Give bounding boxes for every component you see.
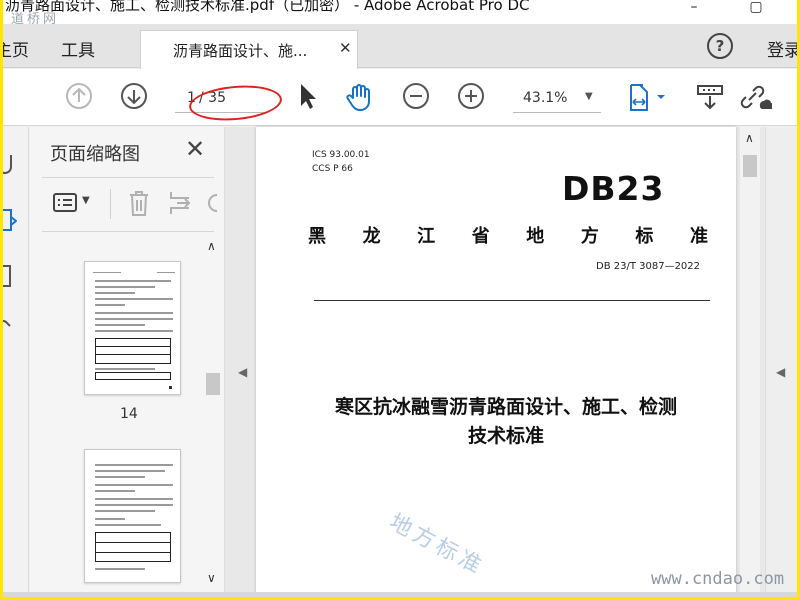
- prev-page-icon[interactable]: [65, 82, 93, 110]
- tab-document[interactable]: 沥青路面设计、施... ✕: [140, 30, 358, 69]
- ccs-code: CCS P 66: [312, 164, 353, 174]
- standard-number: DB 23/T 3087—2022: [596, 261, 701, 272]
- org-char: 标: [635, 226, 654, 247]
- rotate-page-icon[interactable]: [205, 191, 221, 217]
- sign-in-button[interactable]: 登录: [767, 36, 797, 61]
- left-navigation-rail: [3, 127, 29, 597]
- scroll-mode-icon[interactable]: [695, 82, 725, 112]
- org-char: 龙: [362, 226, 381, 247]
- document-scrollbar[interactable]: ∧: [740, 127, 760, 597]
- org-char: 准: [689, 226, 708, 247]
- scrollbar-thumb[interactable]: [743, 155, 757, 177]
- window-title: 沥青路面设计、施工、检测技术标准.pdf（已加密） - Adobe Acroba…: [5, 0, 530, 14]
- panel-tools: ▼: [30, 185, 225, 225]
- zoom-level-dropdown[interactable]: 43.1% ▼: [513, 85, 601, 113]
- db-standard-logo: DB23: [562, 169, 665, 208]
- bottom-edge: [3, 592, 797, 597]
- panel-divider: [42, 177, 214, 178]
- header-rule: [314, 300, 710, 301]
- scrollbar-thumb[interactable]: [206, 373, 220, 395]
- next-page-icon[interactable]: [120, 82, 148, 110]
- select-arrow-icon[interactable]: [297, 82, 319, 110]
- zoom-caret-icon: ▼: [585, 91, 593, 102]
- close-panel-icon[interactable]: ✕: [185, 135, 205, 163]
- scroll-up-icon[interactable]: ∧: [745, 131, 754, 145]
- zoom-level-value: 43.1%: [523, 90, 568, 106]
- right-panel-rail: ◀: [765, 127, 797, 597]
- page-thumbnail[interactable]: [84, 449, 181, 583]
- panel-title: 页面缩略图: [50, 144, 140, 165]
- help-icon[interactable]: ?: [707, 33, 733, 59]
- thumbnail-page-number: 14: [120, 406, 138, 422]
- zoom-in-icon[interactable]: [457, 82, 485, 110]
- watermark-stamp: 地方标准: [385, 509, 489, 581]
- org-char: 江: [417, 226, 436, 247]
- zoom-out-icon[interactable]: [402, 82, 430, 110]
- document-viewport: ◀ ICS 93.00.01 CCS P 66 DB23 黑 龙 江 省 地 方…: [225, 127, 797, 597]
- site-watermark: www.cndao.com: [651, 569, 785, 589]
- delete-page-icon[interactable]: [126, 188, 152, 218]
- page-thumbnails-icon[interactable]: [3, 207, 17, 235]
- acrobat-window: 沥青路面设计、施工、检测技术标准.pdf（已加密） - Adobe Acroba…: [3, 0, 797, 597]
- page-layout-icon[interactable]: [625, 82, 673, 114]
- panel-divider: [42, 231, 214, 232]
- ics-code: ICS 93.00.01: [312, 150, 370, 160]
- close-tab-icon[interactable]: ✕: [339, 39, 352, 57]
- title-line: 寒区抗冰融雪沥青路面设计、施工、检测: [334, 396, 677, 418]
- options-caret-icon[interactable]: ▼: [82, 195, 90, 206]
- tab-tools[interactable]: 工具: [61, 36, 95, 61]
- document-title: 寒区抗冰融雪沥青路面设计、施工、检测 技术标准: [306, 393, 706, 451]
- tab-bar: 主页 工具 沥青路面设计、施... ✕ ? 登录: [3, 24, 797, 69]
- expand-right-panel-icon[interactable]: ◀: [776, 365, 785, 379]
- tab-home[interactable]: 主页: [3, 36, 29, 61]
- tab-document-label: 沥青路面设计、施...: [173, 42, 308, 60]
- page-thumbnail[interactable]: [84, 261, 181, 395]
- pdf-page: ICS 93.00.01 CCS P 66 DB23 黑 龙 江 省 地 方 标…: [256, 127, 736, 597]
- issuing-organization: 黑 龙 江 省 地 方 标 准: [308, 222, 708, 248]
- bookmarks-icon[interactable]: [3, 263, 15, 291]
- attachment-icon[interactable]: [3, 151, 15, 175]
- thumbnails-scrollbar[interactable]: ∧ ∨: [204, 237, 221, 592]
- hand-tool-icon[interactable]: [345, 82, 375, 112]
- minimize-button[interactable]: –: [677, 0, 711, 22]
- maximize-button[interactable]: ▢: [739, 0, 773, 22]
- page-thumbnails-panel: 页面缩略图 ✕ ▼ 14 ∧ ∨: [30, 127, 225, 597]
- collapse-left-panel-icon[interactable]: ◀: [238, 365, 247, 379]
- title-bar: 沥青路面设计、施工、检测技术标准.pdf（已加密） - Adobe Acroba…: [3, 0, 797, 27]
- org-char: 方: [580, 226, 599, 247]
- main-toolbar: 1 / 35 43.1% ▼: [3, 69, 797, 126]
- scroll-up-icon[interactable]: ∧: [207, 239, 216, 253]
- extract-page-icon[interactable]: [167, 188, 193, 218]
- org-char: 省: [471, 226, 490, 247]
- tools-divider: [110, 189, 111, 219]
- link-icon[interactable]: [3, 317, 15, 341]
- share-link-icon[interactable]: [738, 82, 772, 112]
- org-char: 黑: [308, 226, 326, 247]
- scroll-down-icon[interactable]: ∨: [207, 571, 216, 585]
- title-line: 技术标准: [467, 425, 544, 447]
- thumbnail-options-icon[interactable]: [52, 191, 78, 215]
- org-char: 地: [526, 226, 545, 247]
